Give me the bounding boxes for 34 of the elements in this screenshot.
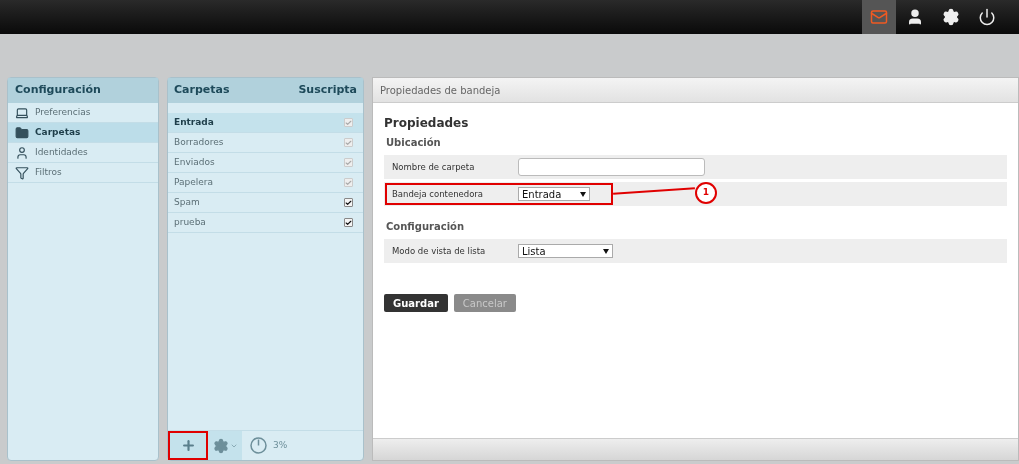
plus-icon bbox=[180, 438, 196, 453]
dropdown[interactable]: Entrada bbox=[518, 187, 590, 201]
section-title: Configuración bbox=[385, 220, 466, 234]
field-label: Nombre de carpeta bbox=[392, 160, 476, 174]
field-label: Bandeja contenedora bbox=[392, 187, 485, 201]
panel-header: Propiedades de bandeja bbox=[373, 78, 1018, 103]
user-icon bbox=[15, 145, 29, 160]
nav-item[interactable]: Filtros bbox=[8, 163, 158, 183]
folder-row[interactable]: prueba bbox=[168, 213, 363, 233]
panel-title: Configuración bbox=[8, 78, 158, 103]
field-label: Modo de vista de lista bbox=[392, 244, 487, 258]
section-title: Ubicación bbox=[385, 136, 442, 150]
dropdown-arrow-icon bbox=[603, 248, 609, 254]
panel-title: Carpetas bbox=[174, 82, 230, 99]
checkbox[interactable] bbox=[344, 198, 353, 207]
settings-menu-button[interactable] bbox=[208, 431, 242, 460]
folder-name-field[interactable] bbox=[518, 158, 705, 176]
laptop-icon bbox=[15, 105, 29, 120]
filter-icon bbox=[15, 165, 29, 180]
dropdown[interactable]: Lista bbox=[518, 244, 613, 258]
add-button[interactable] bbox=[168, 431, 208, 460]
dropdown-arrow-icon bbox=[580, 191, 586, 197]
save-button[interactable]: Guardar bbox=[384, 294, 448, 312]
quota-text: 3% bbox=[273, 438, 288, 452]
callout-badge: 1 bbox=[695, 182, 717, 204]
quota-gauge-icon bbox=[250, 437, 267, 454]
nav-item[interactable]: Carpetas bbox=[8, 123, 158, 143]
folder-icon bbox=[15, 125, 29, 140]
form-title: Propiedades bbox=[384, 115, 470, 132]
folder-row[interactable]: Spam bbox=[168, 193, 363, 213]
gear-icon bbox=[212, 437, 229, 454]
nav-item[interactable]: Identidades bbox=[8, 143, 158, 163]
checkbox[interactable] bbox=[344, 218, 353, 227]
column-header: Suscripta bbox=[298, 82, 357, 99]
